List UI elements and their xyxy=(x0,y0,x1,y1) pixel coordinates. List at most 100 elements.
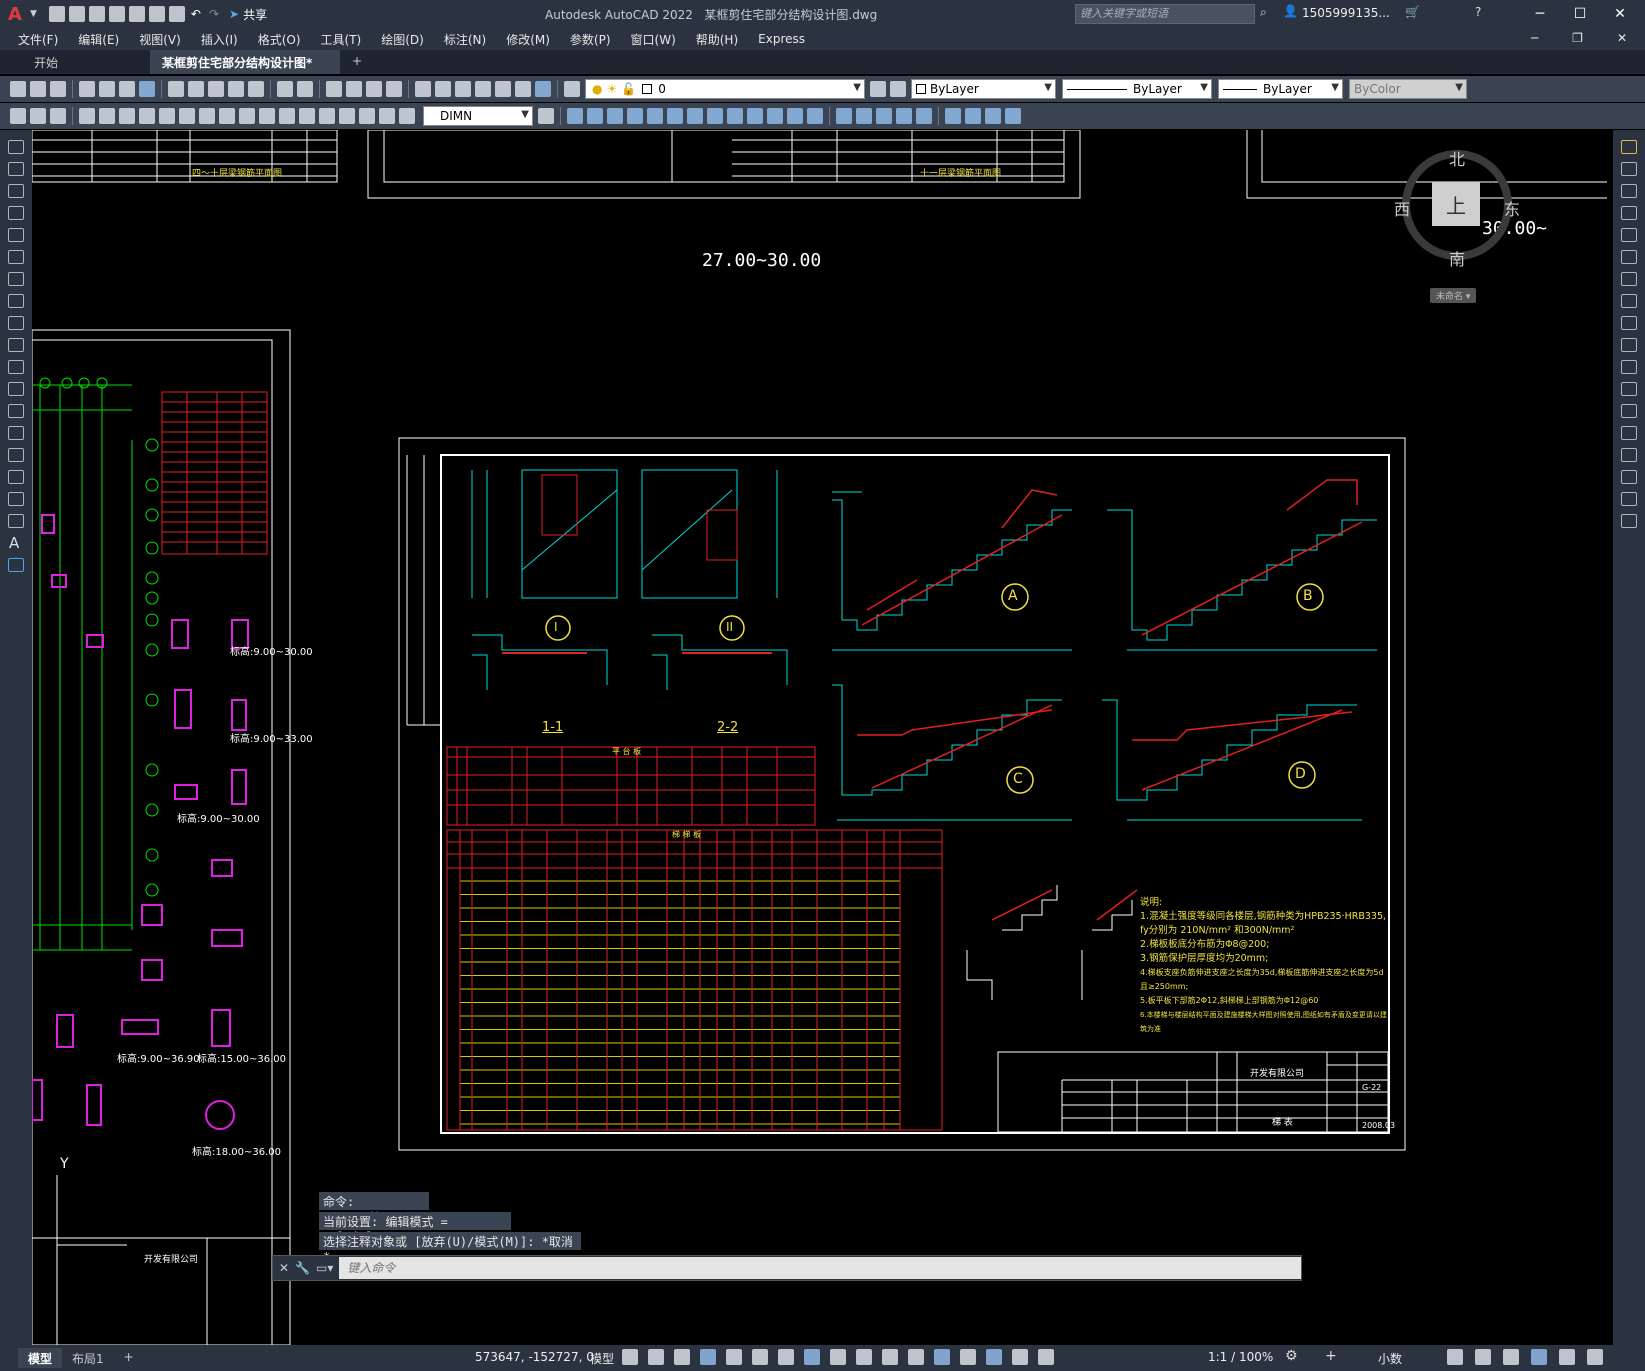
bottom-view-icon[interactable] xyxy=(876,108,892,124)
maximize-button[interactable]: ☐ xyxy=(1560,6,1600,22)
move-icon[interactable] xyxy=(1621,250,1637,264)
open-icon[interactable] xyxy=(30,81,46,97)
spline-icon[interactable] xyxy=(8,316,24,330)
selection-filter-icon[interactable] xyxy=(960,1349,976,1365)
minimize-button[interactable]: ─ xyxy=(1520,6,1560,22)
layer-properties-icon[interactable] xyxy=(564,81,580,97)
quickcalc-icon[interactable] xyxy=(515,81,531,97)
offset-icon[interactable] xyxy=(1621,206,1637,220)
gradient-icon[interactable] xyxy=(8,470,24,484)
ucs-icon[interactable] xyxy=(567,108,583,124)
layer-combo[interactable]: ● ☀ 🔓 0 ▼ xyxy=(585,79,865,99)
rectangle-icon[interactable] xyxy=(8,228,24,242)
undo-icon[interactable]: ↶ xyxy=(191,7,201,21)
ellipse-arc-icon[interactable] xyxy=(8,360,24,374)
ucs-apply-icon[interactable] xyxy=(807,108,823,124)
ucs-view-icon[interactable] xyxy=(667,108,683,124)
menu-express[interactable]: Express xyxy=(748,32,815,46)
search-box[interactable]: 键入关键字或短语 xyxy=(1075,4,1255,24)
open-icon[interactable] xyxy=(68,6,85,22)
add-selected-icon[interactable] xyxy=(8,558,24,572)
angular-dimension-icon[interactable] xyxy=(219,108,235,124)
ordinate-dimension-icon[interactable] xyxy=(139,108,155,124)
isodraft-icon[interactable] xyxy=(752,1349,768,1365)
table-icon[interactable] xyxy=(8,514,24,528)
menu-window[interactable]: 窗口(W) xyxy=(621,31,686,48)
menu-modify[interactable]: 修改(M) xyxy=(496,31,560,48)
annotation-monitor-icon[interactable]: + xyxy=(1325,1348,1337,1364)
diameter-dimension-icon[interactable] xyxy=(199,108,215,124)
block-editor-icon[interactable] xyxy=(248,81,264,97)
plotstyle-combo[interactable]: ByColor ▼ xyxy=(1349,79,1467,99)
join-icon[interactable] xyxy=(1621,426,1637,440)
help-icon[interactable]: ? xyxy=(1475,5,1481,19)
text-style-icon[interactable] xyxy=(10,108,26,124)
help-icon[interactable] xyxy=(535,81,551,97)
design-center-icon[interactable] xyxy=(435,81,451,97)
scale-icon[interactable] xyxy=(1621,294,1637,308)
publish-icon[interactable] xyxy=(119,81,135,97)
make-current-layer-icon[interactable] xyxy=(870,81,886,97)
insert-block-icon[interactable] xyxy=(8,382,24,396)
tab-start[interactable]: 开始 xyxy=(0,50,150,74)
quick-dimension-icon[interactable] xyxy=(239,108,255,124)
user-name[interactable]: 1505999135... xyxy=(1302,6,1390,20)
ellipse-icon[interactable] xyxy=(8,338,24,352)
customization-icon[interactable] xyxy=(1587,1349,1603,1365)
snap-icon[interactable] xyxy=(648,1349,664,1365)
rotate-icon[interactable] xyxy=(1621,272,1637,286)
aligned-dimension-icon[interactable] xyxy=(99,108,115,124)
tolerance-icon[interactable] xyxy=(299,108,315,124)
new-icon[interactable] xyxy=(10,81,26,97)
user-icon[interactable]: 👤 xyxy=(1283,4,1298,18)
object-snap-icon[interactable] xyxy=(804,1349,820,1365)
search-input[interactable]: 键入关键字或短语 xyxy=(1076,7,1168,20)
dimstyle-combo[interactable]: DIMN ▼ xyxy=(423,106,533,126)
ucs-3point-icon[interactable] xyxy=(727,108,743,124)
extend-icon[interactable] xyxy=(1621,360,1637,374)
color-combo[interactable]: ByLayer ▼ xyxy=(911,79,1056,99)
menu-edit[interactable]: 编辑(E) xyxy=(68,31,129,48)
dim-update-icon[interactable] xyxy=(399,108,415,124)
undo-icon[interactable] xyxy=(277,81,293,97)
menu-tools[interactable]: 工具(T) xyxy=(311,31,372,48)
zoom-realtime-icon[interactable] xyxy=(346,81,362,97)
fillet-icon[interactable] xyxy=(1621,470,1637,484)
viewcube-north[interactable]: 北 xyxy=(1449,146,1465,170)
baseline-dimension-icon[interactable] xyxy=(259,108,275,124)
menu-view[interactable]: 视图(V) xyxy=(129,31,191,48)
ucs-origin-icon[interactable] xyxy=(687,108,703,124)
redo-icon[interactable] xyxy=(297,81,313,97)
make-block-icon[interactable] xyxy=(8,404,24,418)
menu-file[interactable]: 文件(F) xyxy=(8,31,68,48)
coordinates-readout[interactable]: 573647, -152727, 0 xyxy=(475,1350,594,1364)
clean-screen-icon[interactable] xyxy=(1559,1349,1575,1365)
customize-icon[interactable]: 🔧 xyxy=(295,1261,310,1275)
menu-insert[interactable]: 插入(I) xyxy=(191,31,248,48)
app-menu-chevron-icon[interactable]: ▼ xyxy=(30,9,37,19)
center-mark-icon[interactable] xyxy=(319,108,335,124)
paste-icon[interactable] xyxy=(208,81,224,97)
menu-dimension[interactable]: 标注(N) xyxy=(434,31,496,48)
arc-icon[interactable] xyxy=(8,250,24,264)
dimstyle-manager-icon[interactable] xyxy=(538,108,554,124)
revision-cloud-icon[interactable] xyxy=(8,294,24,308)
blend-icon[interactable] xyxy=(1621,492,1637,506)
lineweight-combo[interactable]: ByLayer ▼ xyxy=(1218,79,1343,99)
trim-icon[interactable] xyxy=(1621,338,1637,352)
construction-line-icon[interactable] xyxy=(8,162,24,176)
tab-layout1[interactable]: 布局1 xyxy=(62,1348,114,1368)
ucs-object-icon[interactable] xyxy=(647,108,663,124)
workspace-gear-icon[interactable]: ⚙ xyxy=(1285,1348,1298,1364)
chamfer-icon[interactable] xyxy=(1621,448,1637,462)
ucs-z-icon[interactable] xyxy=(787,108,803,124)
model-space-button[interactable]: 模型 xyxy=(590,1350,614,1367)
jogged-dimension-icon[interactable] xyxy=(179,108,195,124)
close-button[interactable]: ✕ xyxy=(1600,6,1640,22)
autocad-logo[interactable]: A xyxy=(0,0,30,28)
markup-icon[interactable] xyxy=(495,81,511,97)
polygon-icon[interactable] xyxy=(8,206,24,220)
left-view-icon[interactable] xyxy=(896,108,912,124)
menu-parametric[interactable]: 参数(P) xyxy=(560,31,621,48)
zoom-previous-icon[interactable] xyxy=(386,81,402,97)
